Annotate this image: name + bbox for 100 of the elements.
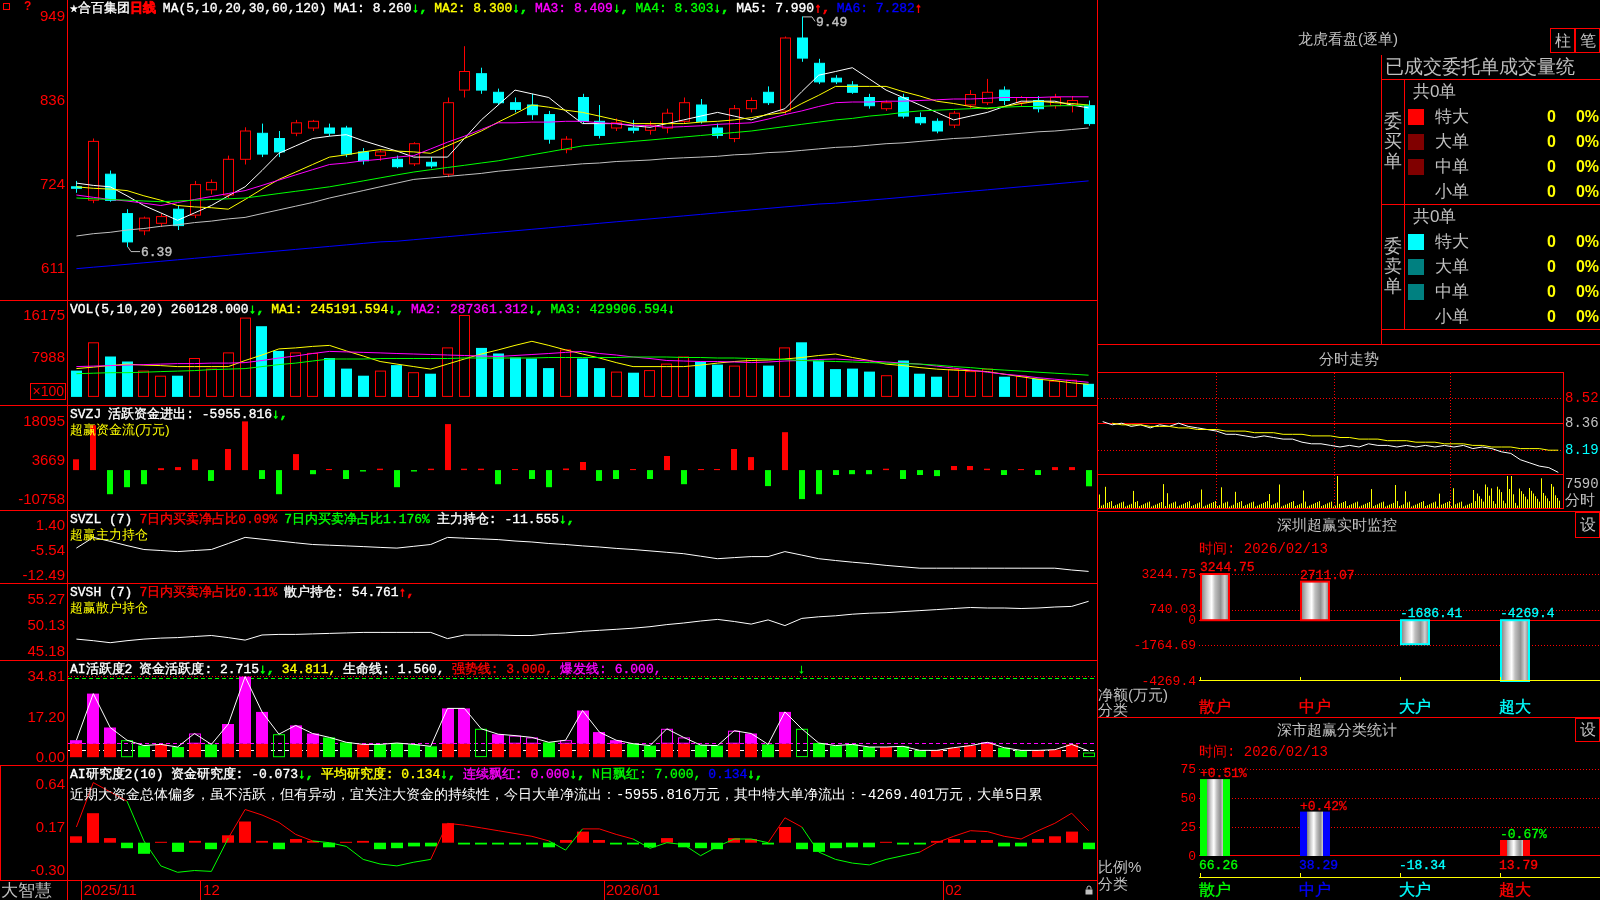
panel-title: 分时走势 <box>1319 349 1379 368</box>
legend-text: ↑, <box>398 585 415 600</box>
legend-text: 34.811, <box>281 662 337 677</box>
row-label: 中单 <box>1435 281 1469 302</box>
legend-text: 7日内买卖净占比1.176% <box>284 512 430 527</box>
percent-value: 0% <box>1575 131 1599 152</box>
order-total: 共0单 <box>1413 82 1457 102</box>
price-label: 9.49 <box>816 15 848 31</box>
value-label: 66.26 <box>1199 858 1238 873</box>
date-label: 2025/11 <box>83 881 137 899</box>
axis-label: 8.52 <box>1565 389 1599 406</box>
row-label: 中单 <box>1435 156 1469 177</box>
legend-text: ↓, <box>248 302 265 317</box>
legend-text: 散户持仓: 54.761 <box>284 585 399 600</box>
legend-text: 强势线: 3.000, <box>451 662 554 677</box>
legend-text: 爆发线: 6.000, <box>560 662 662 677</box>
axis-label: 0.64 <box>35 775 65 792</box>
legend-text: SVSH (7) <box>70 585 133 600</box>
legend-text: MA1: 8.260 <box>333 1 412 16</box>
axis-label: 7988 <box>31 348 65 365</box>
percent-value: 0% <box>1575 181 1599 202</box>
row-label: 特大 <box>1435 106 1469 127</box>
count-value: 0 <box>1546 306 1556 327</box>
legend-text: ↓, <box>612 1 629 16</box>
help-mark: ? <box>24 0 32 12</box>
category-label: 散户 <box>1199 881 1231 898</box>
row-label: 特大 <box>1435 231 1469 252</box>
legend-text: ↓, <box>569 767 586 782</box>
count-value: 0 <box>1546 181 1556 202</box>
row-label: 大单 <box>1435 256 1469 277</box>
legend-text: ↓, <box>272 407 288 422</box>
legend-text: ↓, <box>512 1 528 16</box>
value-label: 13.79 <box>1499 858 1538 873</box>
axis-label: 25 <box>1180 820 1196 834</box>
legend-text: 生命线: 1.560, <box>343 662 445 677</box>
legend-text: 活跃资金进出: -5955.816 <box>108 407 273 422</box>
legend-text: ↓, <box>259 662 275 677</box>
percent-value: 0% <box>1575 306 1599 327</box>
category-label: 大户 <box>1399 698 1431 715</box>
signal-arrow: ↓ <box>797 662 806 677</box>
axis-label: -0.30 <box>30 862 65 879</box>
legend-text: ↓, <box>440 767 456 782</box>
axis-label: -4269.4 <box>1141 674 1196 688</box>
price-label: 6.39 <box>141 245 173 261</box>
axis-label: 16175 <box>23 307 65 324</box>
order-total: 共0单 <box>1413 207 1457 227</box>
axis-label: 0.00 <box>35 749 65 766</box>
axis-label: 55.27 <box>27 590 65 607</box>
count-value: 0 <box>1546 131 1556 152</box>
axis-label: 45.18 <box>27 643 65 660</box>
axis-label: 50.13 <box>27 617 65 634</box>
legend-text: MA6: 7.282 <box>836 1 915 16</box>
category-label: 中户 <box>1299 698 1331 715</box>
axis-label: -5.54 <box>30 541 65 558</box>
legend-text: ↑ <box>914 1 923 16</box>
legend-text: 7日内买卖净占比0.09% <box>139 512 278 527</box>
legend-text: AI研究度2(10) <box>70 767 164 782</box>
category-label: 超大 <box>1499 698 1531 715</box>
group-label: 委卖单 <box>1384 237 1402 297</box>
brand-label: 大智慧 <box>0 881 68 900</box>
legend-text: ↓ <box>667 302 676 317</box>
date-label: 12 <box>203 881 220 899</box>
axis-label: 8.19 <box>1565 442 1599 459</box>
row-label: 小单 <box>1435 306 1469 327</box>
change-label: -0.67% <box>1500 827 1547 842</box>
axis-label: -1764.69 <box>1133 638 1196 652</box>
percent-value: 0% <box>1575 156 1599 177</box>
count-value: 0 <box>1546 231 1556 252</box>
axis-label: 836 <box>39 92 65 109</box>
legend-text: MA(5,10,20,30,60,120) <box>162 1 327 16</box>
indicator-name: 超赢散户持仓 <box>70 600 148 615</box>
legend-text: AI活跃度2 <box>70 662 133 677</box>
axis-title: 分类 <box>1098 702 1128 717</box>
value-label: -4269.4 <box>1500 606 1555 622</box>
date-label: 2026/01 <box>606 881 661 899</box>
percent-value: 0% <box>1575 281 1599 302</box>
axis-label: -12.49 <box>22 566 65 583</box>
axis-label: 1.40 <box>35 517 65 534</box>
legend-text: SVZJ <box>70 407 102 422</box>
axis-title: 分时 <box>1565 492 1595 508</box>
time-label: 时间: 2026/02/13 <box>1199 744 1328 760</box>
legend-text: ★合百集团 <box>70 1 130 16</box>
axis-title: 净额(万元) <box>1098 687 1168 702</box>
percent-value: 0% <box>1575 231 1599 252</box>
legend-text: 资金研究度: -0.073 <box>170 767 299 782</box>
legend-text: ↓, <box>527 302 544 317</box>
change-label: +0.51% <box>1200 766 1247 782</box>
panel-title: 龙虎看盘(逐单) <box>1298 30 1398 48</box>
panel-title: 深市超赢分类统计 <box>1276 721 1397 739</box>
legend-text: MA3: 8.409 <box>534 1 613 16</box>
date-label: 02 <box>945 881 962 899</box>
value-label: 38.29 <box>1299 858 1338 873</box>
row-label: 大单 <box>1435 131 1469 152</box>
legend-text: 主力持仓: -11.555 <box>436 512 560 527</box>
legend-text: MA3: 429906.594 <box>550 302 668 317</box>
axis-label: 18095 <box>23 413 65 430</box>
legend-text: 7日内买卖净占比0.11% <box>139 585 278 600</box>
unit-label: ×100 <box>30 383 66 400</box>
count-value: 0 <box>1546 281 1556 302</box>
axis-title: 分类 <box>1098 875 1128 892</box>
